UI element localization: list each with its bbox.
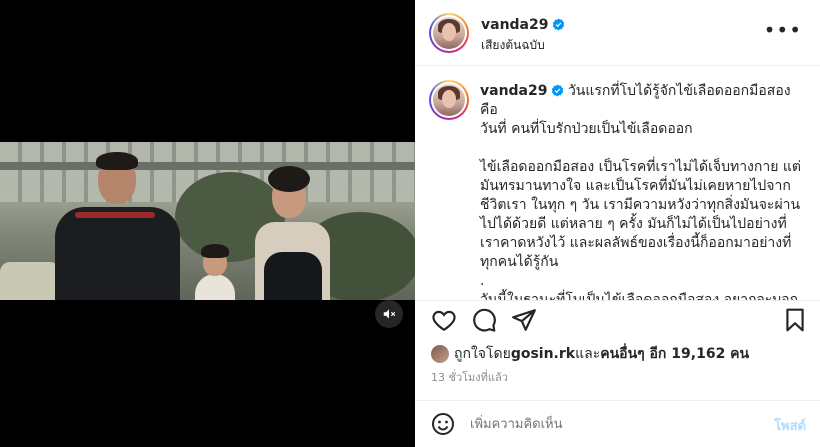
photo-fence-rail (0, 162, 415, 170)
caption-body: vanda29 วันแรกที่โบได้รู้จักไข้เลือดออกม… (480, 82, 805, 300)
author-username[interactable]: vanda29 (481, 17, 549, 33)
share-button[interactable] (511, 307, 537, 333)
comment-bubble-icon (473, 308, 496, 332)
emoji-button[interactable] (431, 412, 455, 436)
post-media[interactable] (0, 0, 415, 447)
post-header: vanda29 เสียงต้นฉบับ ••• (415, 0, 820, 66)
photo-planter (0, 262, 60, 300)
comment-composer: โพสต์ (415, 400, 820, 447)
liker-username[interactable]: gosin.rk (511, 346, 575, 362)
caption-text: วันแรกที่โบได้รู้จักไข้เลือดออกมือสอง คื… (480, 83, 801, 300)
comment-button[interactable] (471, 307, 497, 333)
post-video[interactable] (0, 142, 415, 300)
verified-badge-icon (552, 18, 564, 31)
smiley-icon (432, 413, 454, 435)
post-comment-button[interactable]: โพสต์ (774, 415, 806, 436)
caption-username[interactable]: vanda29 (480, 83, 548, 99)
likes-others-link[interactable]: คนอื่นๆ อีก 19,162 คน (600, 343, 749, 365)
liker-avatar[interactable] (431, 345, 449, 363)
bookmark-icon (786, 308, 804, 332)
audio-label[interactable]: เสียงต้นฉบับ (481, 36, 565, 55)
author-info: vanda29 เสียงต้นฉบับ (481, 14, 565, 55)
heart-icon (432, 310, 456, 332)
comment-input[interactable] (470, 413, 760, 435)
mute-toggle-button[interactable] (375, 300, 403, 328)
author-avatar[interactable] (429, 13, 469, 53)
action-bar (415, 300, 820, 336)
more-options-icon[interactable]: ••• (764, 20, 802, 40)
likes-summary: ถูกใจโดย gosin.rk และ คนอื่นๆ อีก 19,162… (431, 344, 749, 364)
save-button[interactable] (782, 307, 808, 333)
likes-prefix: ถูกใจโดย (454, 346, 511, 362)
caption-section: vanda29 วันแรกที่โบได้รู้จักไข้เลือดออกม… (415, 66, 820, 300)
verified-badge-icon (551, 84, 563, 97)
post-timestamp[interactable]: 13 ชั่วโมงที่แล้ว (431, 368, 508, 386)
like-button[interactable] (431, 307, 457, 333)
caption-author-avatar[interactable] (429, 80, 469, 120)
paper-plane-icon (512, 309, 536, 331)
likes-middle: และ (575, 346, 601, 362)
post-sidebar: vanda29 เสียงต้นฉบับ ••• vanda29 วันแรกท… (415, 0, 820, 447)
muted-speaker-icon (383, 309, 396, 319)
